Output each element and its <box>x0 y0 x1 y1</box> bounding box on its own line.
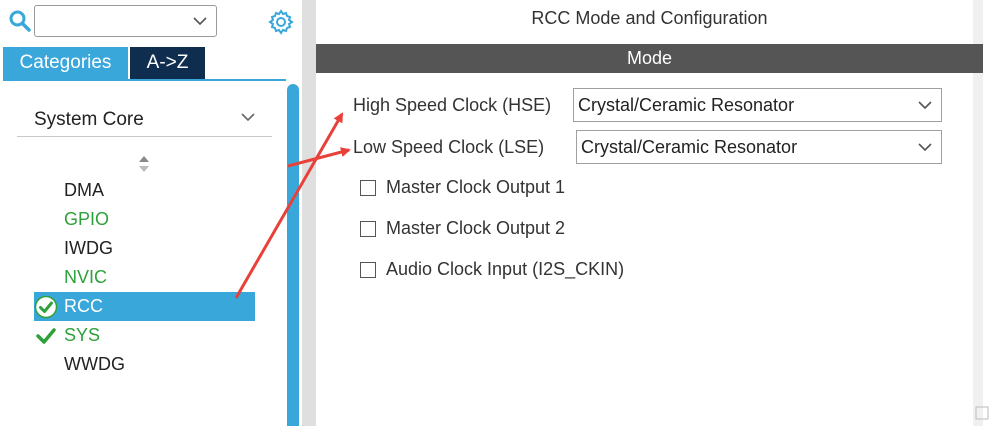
tab-categories[interactable]: Categories <box>3 47 128 79</box>
master-clock-output-2-checkbox[interactable] <box>360 221 376 237</box>
panel-title: RCC Mode and Configuration <box>531 8 768 28</box>
chevron-down-icon[interactable] <box>917 140 933 154</box>
list-item-label: DMA <box>64 180 104 200</box>
search-icon[interactable] <box>8 9 32 33</box>
audio-clock-input-checkbox[interactable] <box>360 262 376 278</box>
list-item-gpio[interactable]: GPIO <box>34 205 255 234</box>
lse-label: Low Speed Clock (LSE) <box>353 137 545 157</box>
gear-icon[interactable] <box>268 9 294 35</box>
list-item-label: WWDG <box>64 354 125 374</box>
list-item-label: SYS <box>64 325 101 345</box>
tab-underline <box>3 79 286 81</box>
list-item-label: GPIO <box>64 209 110 229</box>
search-input[interactable] <box>34 5 217 37</box>
chevron-down-icon[interactable] <box>192 13 208 29</box>
hse-value: Crystal/Ceramic Resonator <box>578 95 795 115</box>
chevron-down-icon[interactable] <box>240 110 256 124</box>
category-label: System Core <box>34 109 144 130</box>
list-item-wwdg[interactable]: WWDG <box>34 350 255 379</box>
list-item-sys[interactable]: SYS <box>34 321 255 350</box>
master-clock-output-1-checkbox[interactable] <box>360 180 376 196</box>
list-item-label: IWDG <box>64 238 113 258</box>
hse-label: High Speed Clock (HSE) <box>353 95 552 115</box>
list-item-rcc[interactable]: RCC <box>34 292 255 321</box>
left-scrollbar[interactable] <box>287 84 299 426</box>
list-item-label: NVIC <box>64 267 108 287</box>
panel-splitter[interactable] <box>302 0 316 426</box>
checkbox-label: Audio Clock Input (I2S_CKIN) <box>386 259 625 279</box>
mode-section-header[interactable]: Mode <box>316 44 983 73</box>
list-item-nvic[interactable]: NVIC <box>34 263 255 292</box>
list-item-iwdg[interactable]: IWDG <box>34 234 255 263</box>
category-header-system-core[interactable]: System Core <box>17 102 272 137</box>
hse-select[interactable]: Crystal/Ceramic Resonator <box>573 88 942 122</box>
left-panel: Categories A->Z System Core DMA GPIO IWD… <box>0 0 302 426</box>
sort-icon[interactable] <box>137 154 151 174</box>
lse-select[interactable]: Crystal/Ceramic Resonator <box>576 130 942 164</box>
resize-grip-icon[interactable] <box>975 406 989 420</box>
lse-value: Crystal/Ceramic Resonator <box>581 137 798 157</box>
list-item-dma[interactable]: DMA <box>34 176 255 205</box>
list-item-label: RCC <box>64 296 103 316</box>
tab-a-to-z[interactable]: A->Z <box>130 47 205 79</box>
component-list: DMA GPIO IWDG NVIC RCC SYS WWDG <box>34 176 255 379</box>
chevron-down-icon[interactable] <box>917 98 933 112</box>
check-icon <box>36 328 56 344</box>
checkbox-label: Master Clock Output 1 <box>386 177 566 197</box>
checkbox-label: Master Clock Output 2 <box>386 218 566 238</box>
check-circle-icon <box>34 295 58 319</box>
